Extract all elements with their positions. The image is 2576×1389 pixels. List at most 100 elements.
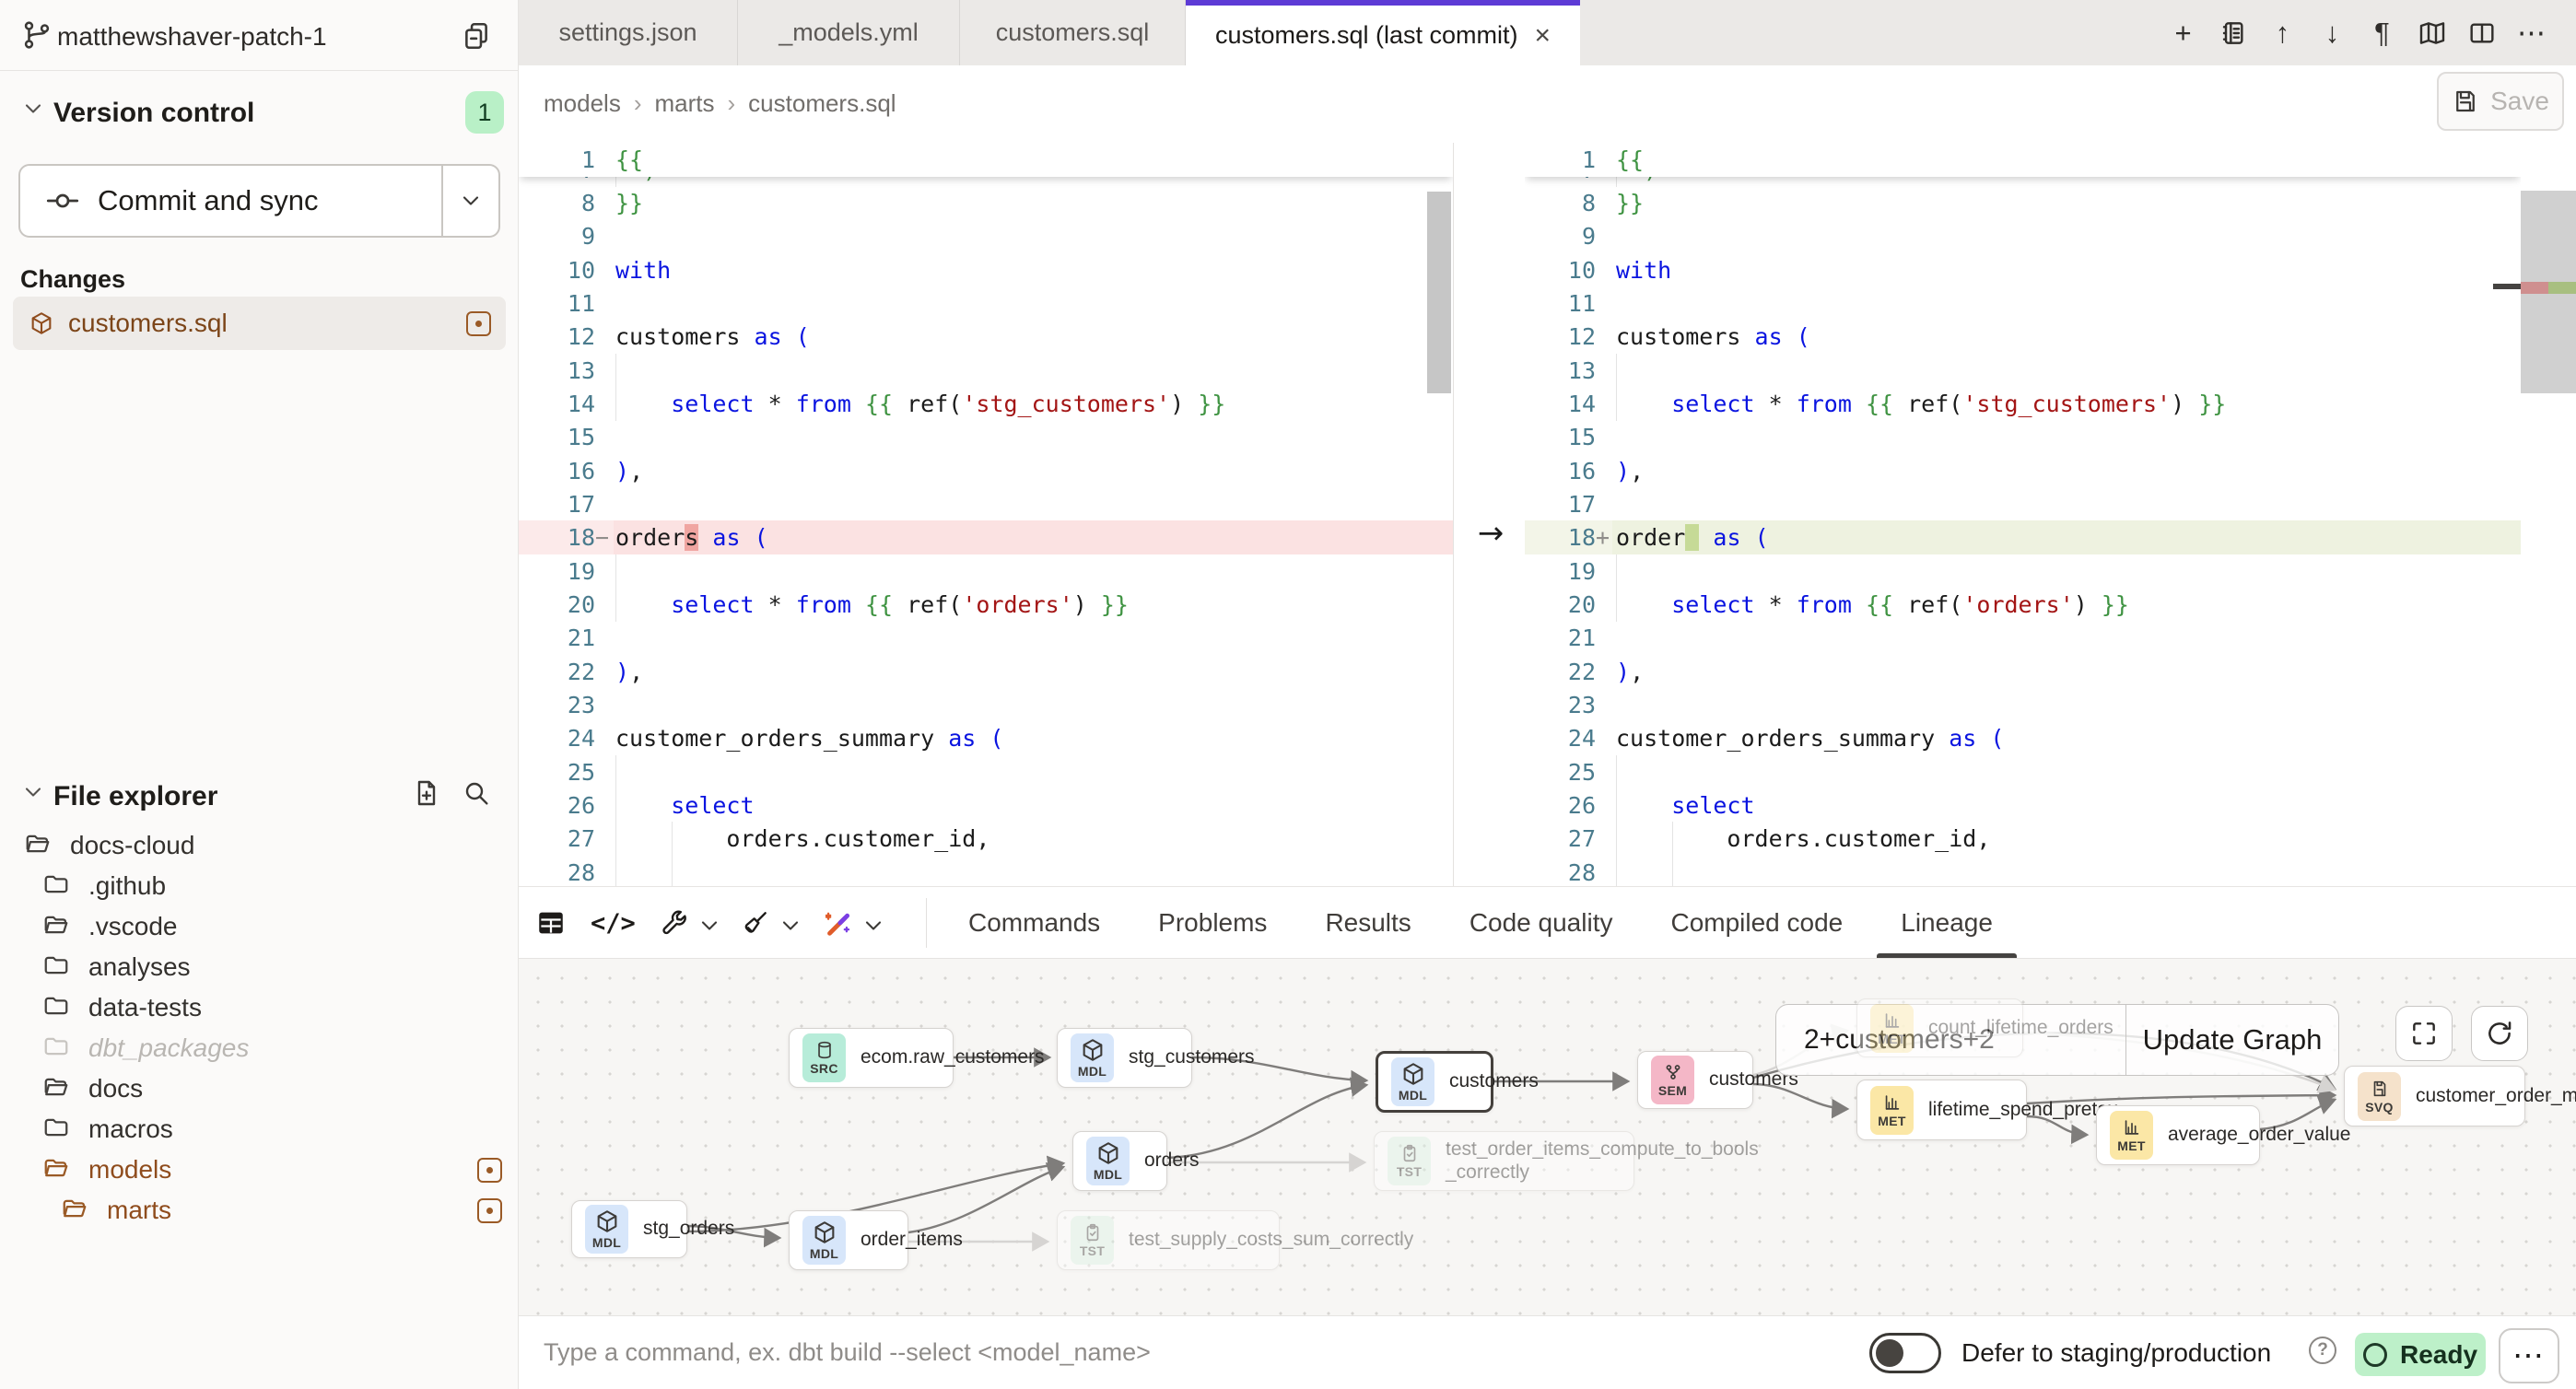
tab-settings-json[interactable]: settings.json xyxy=(519,0,738,65)
code-line-19[interactable]: 19 xyxy=(519,554,1453,589)
commit-options-dropdown[interactable] xyxy=(443,166,498,236)
defer-toggle[interactable] xyxy=(1869,1333,1941,1373)
refresh-graph-button[interactable] xyxy=(2471,1006,2528,1061)
close-icon[interactable]: × xyxy=(1535,20,1551,52)
code-line-12[interactable]: 12customers as ( xyxy=(1525,320,2521,354)
diff-overview-ruler[interactable] xyxy=(2521,143,2576,886)
pilcrow-icon[interactable]: ¶ xyxy=(2367,18,2397,48)
code-line-15[interactable]: 15 xyxy=(1525,420,2521,454)
code-line-25[interactable]: 25 xyxy=(1525,755,2521,789)
code-line-8[interactable]: 8}} xyxy=(1525,186,2521,220)
code-line-9[interactable]: 9 xyxy=(1525,219,2521,253)
code-line-23[interactable]: 23 xyxy=(519,688,1453,722)
bottom-tab-problems[interactable]: Problems xyxy=(1158,887,1267,959)
code-line-24[interactable]: 24customer_orders_summary as ( xyxy=(519,721,1453,755)
code-line-20[interactable]: 20 select * from {{ ref('orders') }} xyxy=(1525,588,2521,622)
code-line-18[interactable]: 18+order as ( xyxy=(1525,520,2521,554)
more-icon[interactable]: ⋯ xyxy=(2516,18,2547,48)
lineage-node-lspt[interactable]: METlifetime_spend_pretax xyxy=(1856,1080,2027,1140)
arrow-up-icon[interactable]: ↑ xyxy=(2267,18,2298,48)
code-line-13[interactable]: 13 xyxy=(519,354,1453,388)
chevron-down-icon[interactable] xyxy=(861,913,881,933)
file-explorer-collapse-icon[interactable] xyxy=(20,779,48,807)
lineage-node-stgo[interactable]: MDLstg_orders xyxy=(571,1200,687,1258)
new-file-icon[interactable] xyxy=(409,776,444,811)
code-line-27[interactable]: 27 orders.customer_id, xyxy=(1525,822,2521,856)
lineage-node-aov[interactable]: METaverage_order_value xyxy=(2096,1105,2260,1165)
code-line-13[interactable]: 13 xyxy=(1525,354,2521,388)
tree-item-data-tests[interactable]: data-tests xyxy=(0,987,519,1028)
version-control-collapse-icon[interactable] xyxy=(20,96,48,123)
update-graph-button[interactable]: Update Graph xyxy=(2125,1005,2338,1075)
code-line-15[interactable]: 15 xyxy=(519,420,1453,454)
save-button[interactable]: Save xyxy=(2437,72,2564,131)
tab-customers-sql-last-commit-[interactable]: customers.sql (last commit)× xyxy=(1186,0,1580,65)
code-line-16[interactable]: 16), xyxy=(1525,454,2521,488)
lineage-node-raw[interactable]: SRCecom.raw_customers xyxy=(789,1028,954,1088)
tree-item-marts[interactable]: marts xyxy=(0,1190,519,1231)
split-icon[interactable] xyxy=(2466,18,2497,48)
command-input[interactable]: Type a command, ex. dbt build --select <… xyxy=(544,1338,1151,1367)
code-line-26[interactable]: 26 select xyxy=(519,788,1453,823)
fullscreen-button[interactable] xyxy=(2395,1006,2453,1061)
tree-item-docs[interactable]: docs xyxy=(0,1068,519,1109)
tree-item-macros[interactable]: macros xyxy=(0,1109,519,1150)
ai-wand-icon[interactable] xyxy=(822,907,881,939)
plus-icon[interactable]: + xyxy=(2168,18,2198,48)
help-icon[interactable]: ? xyxy=(2309,1336,2336,1364)
code-line-24[interactable]: 24customer_orders_summary as ( xyxy=(1525,721,2521,755)
diff-apply-arrow[interactable]: → xyxy=(1471,515,1510,552)
tree-item-models[interactable]: models xyxy=(0,1150,519,1190)
tab-customers-sql[interactable]: customers.sql xyxy=(960,0,1186,65)
commit-and-sync-button[interactable]: Commit and sync xyxy=(18,164,500,238)
code-line-18[interactable]: 18−orders as ( xyxy=(519,520,1453,554)
breadcrumb-part[interactable]: marts xyxy=(655,89,715,118)
code-line-17[interactable]: 17 xyxy=(1525,487,2521,521)
code-line-22[interactable]: 22), xyxy=(519,655,1453,689)
branch-name[interactable]: matthewshaver-patch-1 xyxy=(57,22,327,52)
commit-and-sync-main[interactable]: Commit and sync xyxy=(20,166,443,236)
format-broom-icon[interactable] xyxy=(741,908,798,938)
lineage-graph[interactable]: 2+customers+2 Update Graph SRCecom.raw_c… xyxy=(519,958,2576,1315)
code-line-25[interactable]: 25 xyxy=(519,755,1453,789)
build-wrench-icon[interactable] xyxy=(660,908,717,938)
arrow-down-icon[interactable]: ↓ xyxy=(2317,18,2348,48)
code-line-26[interactable]: 26 select xyxy=(1525,788,2521,823)
breadcrumb-part[interactable]: customers.sql xyxy=(748,89,896,118)
code-line-11[interactable]: 11 xyxy=(1525,286,2521,321)
bottom-tab-compiled-code[interactable]: Compiled code xyxy=(1670,887,1843,959)
tree-item--vscode[interactable]: .vscode xyxy=(0,906,519,947)
code-line-10[interactable]: 10with xyxy=(1525,253,2521,287)
search-icon[interactable] xyxy=(459,776,494,811)
code-line-14[interactable]: 14 select * from {{ ref('stg_customers')… xyxy=(1525,387,2521,421)
lineage-node-torder[interactable]: TSTtest_order_items_compute_to_bools _co… xyxy=(1374,1131,1634,1191)
status-more-button[interactable]: ⋯ xyxy=(2499,1328,2559,1383)
lineage-node-tsupply[interactable]: TSTtest_supply_costs_sum_correctly xyxy=(1057,1210,1280,1270)
lineage-node-orders[interactable]: MDLorders xyxy=(1072,1131,1167,1191)
code-line-12[interactable]: 12customers as ( xyxy=(519,320,1453,354)
lineage-node-com[interactable]: SVQcustomer_order_metrics xyxy=(2344,1066,2525,1126)
code-line-19[interactable]: 19 xyxy=(1525,554,2521,589)
breadcrumb-part[interactable]: models xyxy=(544,89,621,118)
tab--models-yml[interactable]: _models.yml xyxy=(738,0,960,65)
chevron-down-icon[interactable] xyxy=(697,913,717,933)
chevron-down-icon[interactable] xyxy=(778,913,798,933)
code-line-14[interactable]: 14 select * from {{ ref('stg_customers')… xyxy=(519,387,1453,421)
code-line-21[interactable]: 21 xyxy=(519,621,1453,655)
code-line-11[interactable]: 11 xyxy=(519,286,1453,321)
bottom-tab-code-quality[interactable]: Code quality xyxy=(1469,887,1613,959)
lineage-node-stgc[interactable]: MDLstg_customers xyxy=(1057,1028,1192,1088)
notebook-icon[interactable] xyxy=(2218,18,2248,48)
map-icon[interactable] xyxy=(2417,18,2447,48)
copy-icon[interactable] xyxy=(459,18,494,53)
code-line-16[interactable]: 16), xyxy=(519,454,1453,488)
diff-pane-original[interactable]: 7 )8}}910with1112customers as (1314 sele… xyxy=(519,143,1454,886)
diff-pane-modified[interactable]: 7 )8}}910with1112customers as (1314 sele… xyxy=(1525,143,2521,886)
preview-table-icon[interactable] xyxy=(535,907,567,939)
code-line-21[interactable]: 21 xyxy=(1525,621,2521,655)
lineage-node-oitems[interactable]: MDLorder_items xyxy=(789,1210,908,1270)
code-line-17[interactable]: 17 xyxy=(519,487,1453,521)
tree-item-docs-cloud[interactable]: docs-cloud xyxy=(0,825,519,866)
tree-item-dbt-packages[interactable]: dbt_packages xyxy=(0,1028,519,1068)
changed-file-row[interactable]: customers.sql xyxy=(13,297,506,350)
